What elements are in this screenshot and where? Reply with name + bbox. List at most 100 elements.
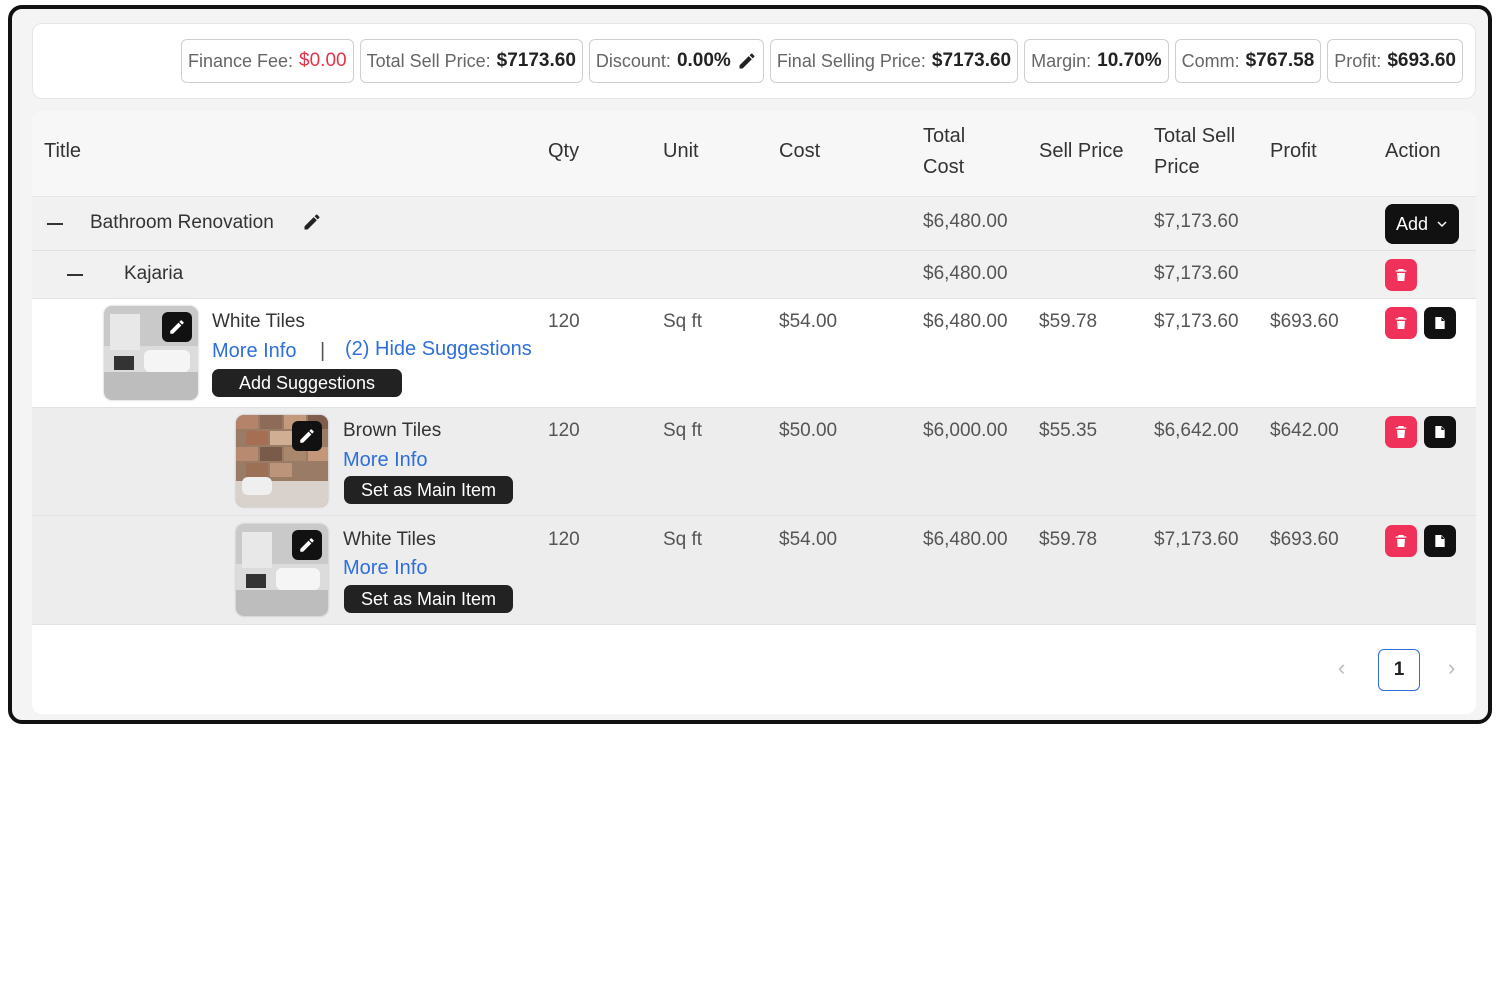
main-item-total-sell: $7,173.60 [1154,311,1239,332]
pencil-icon [298,536,316,554]
collapse-subgroup-minus-icon[interactable] [67,274,83,276]
add-suggestions-button[interactable]: Add Suggestions [212,369,402,397]
document-main-item-button[interactable] [1424,307,1456,339]
hide-suggestions-link[interactable]: (2) Hide Suggestions [345,338,532,361]
main-item-sell-price: $59.78 [1039,311,1098,332]
group-total-cost: $6,480.00 [923,211,1008,232]
suggestion-row: Brown Tiles More Info Set as Main Item 1… [32,408,1476,516]
suggestion-total-sell: $7,173.60 [1154,529,1239,550]
col-total-sell-line1: Total Sell [1154,125,1236,147]
delete-suggestion-button[interactable] [1385,525,1417,557]
final-selling-price-value: $7173.60 [931,50,1012,71]
col-total-cost-line2: Cost [923,156,965,178]
col-total-sell-line2: Price [1154,156,1200,178]
pagination-prev-button[interactable]: ‹ [1338,655,1345,681]
suggestion-total-cost: $6,480.00 [923,529,1008,550]
col-total-cost: Total Cost [923,121,965,183]
suggestion-qty: 120 [548,529,580,550]
total-sell-price-chip: Total Sell Price: $7173.60 [359,39,583,83]
suggestion-title: White Tiles [343,529,436,550]
finance-fee-chip: Finance Fee: $0.00 [180,39,354,83]
margin-chip: Margin: 10.70% [1024,39,1169,83]
comm-label: Comm: [1181,50,1240,71]
col-action: Action [1385,140,1441,162]
edit-discount-pencil-icon[interactable] [737,51,757,71]
pencil-icon [298,427,316,445]
pagination-page-1[interactable]: 1 [1378,649,1420,691]
margin-value: 10.70% [1097,50,1162,71]
document-suggestion-button[interactable] [1424,525,1456,557]
total-sell-price-value: $7173.60 [496,50,576,71]
subgroup-total-sell: $7,173.60 [1154,263,1239,284]
suggestion-cost: $54.00 [779,529,838,550]
main-item-more-info-link[interactable]: More Info [212,340,296,363]
suggestion-thumbnail [236,524,328,616]
main-item-title: White Tiles [212,311,305,332]
suggestion-total-sell: $6,642.00 [1154,420,1239,441]
main-item-cost: $54.00 [779,311,838,332]
document-icon [1432,424,1448,440]
discount-value: 0.00% [676,50,731,71]
col-profit: Profit [1270,140,1317,162]
summary-bar: Finance Fee: $0.00 Total Sell Price: $71… [32,23,1476,99]
suggestion-thumbnail [236,415,328,507]
suggestion-unit: Sq ft [663,529,703,550]
suggestion-total-cost: $6,000.00 [923,420,1008,441]
set-as-main-item-button[interactable]: Set as Main Item [344,585,513,613]
profit-chip: Profit: $693.60 [1327,39,1463,83]
document-icon [1432,315,1448,331]
profit-value: $693.60 [1387,50,1456,71]
edit-image-button[interactable] [292,421,322,451]
subgroup-title: Kajaria [124,263,184,284]
main-item-thumbnail [104,306,198,400]
document-icon [1432,533,1448,549]
edit-group-pencil-icon[interactable] [302,212,322,237]
trash-icon [1393,315,1409,331]
suggestion-sell-price: $59.78 [1039,529,1098,550]
edit-image-button[interactable] [292,530,322,560]
finance-fee-label: Finance Fee: [187,50,294,71]
set-as-main-item-button[interactable]: Set as Main Item [344,476,513,504]
group-title: Bathroom Renovation [90,212,274,233]
suggestion-row: White Tiles More Info Set as Main Item 1… [32,516,1476,625]
delete-suggestion-button[interactable] [1385,416,1417,448]
suggestion-profit: $693.60 [1270,529,1339,550]
finance-fee-value: $0.00 [299,50,347,71]
edit-image-button[interactable] [162,312,192,342]
trash-icon [1393,424,1409,440]
delete-subgroup-button[interactable] [1385,259,1417,291]
add-button-label: Add [1395,213,1429,234]
discount-label: Discount: [595,50,671,71]
delete-main-item-button[interactable] [1385,307,1417,339]
suggestion-sell-price: $55.35 [1039,420,1098,441]
chevron-down-icon [1436,214,1448,235]
link-separator: | [320,340,326,362]
suggestion-cost: $50.00 [779,420,838,441]
main-item-unit: Sq ft [663,311,703,332]
suggestion-more-info-link[interactable]: More Info [343,449,427,472]
main-item-profit: $693.60 [1270,311,1339,332]
add-dropdown-button[interactable]: Add [1385,204,1459,244]
subgroup-row: Kajaria $6,480.00 $7,173.60 [32,251,1476,299]
group-total-sell: $7,173.60 [1154,211,1239,232]
document-suggestion-button[interactable] [1424,416,1456,448]
suggestion-title: Brown Tiles [343,420,442,441]
suggestion-more-info-link[interactable]: More Info [343,557,427,580]
pagination-next-button[interactable]: › [1448,655,1455,681]
trash-icon [1393,533,1409,549]
col-cost: Cost [779,140,821,162]
suggestion-qty: 120 [548,420,580,441]
suggestion-unit: Sq ft [663,420,703,441]
final-selling-price-label: Final Selling Price: [776,50,926,71]
main-item-row: White Tiles More Info | (2) Hide Suggest… [32,299,1476,408]
collapse-group-minus-icon[interactable] [47,223,63,225]
comm-value: $767.58 [1245,50,1315,71]
col-total-sell-price: Total Sell Price [1154,121,1235,183]
subgroup-total-cost: $6,480.00 [923,263,1008,284]
main-item-total-cost: $6,480.00 [923,311,1008,332]
items-table: Title Qty Unit Cost Total Cost Sell Pric… [32,111,1476,714]
suggestion-profit: $642.00 [1270,420,1339,441]
pencil-icon [168,318,186,336]
profit-label: Profit: [1334,50,1382,71]
col-qty: Qty [548,140,580,162]
